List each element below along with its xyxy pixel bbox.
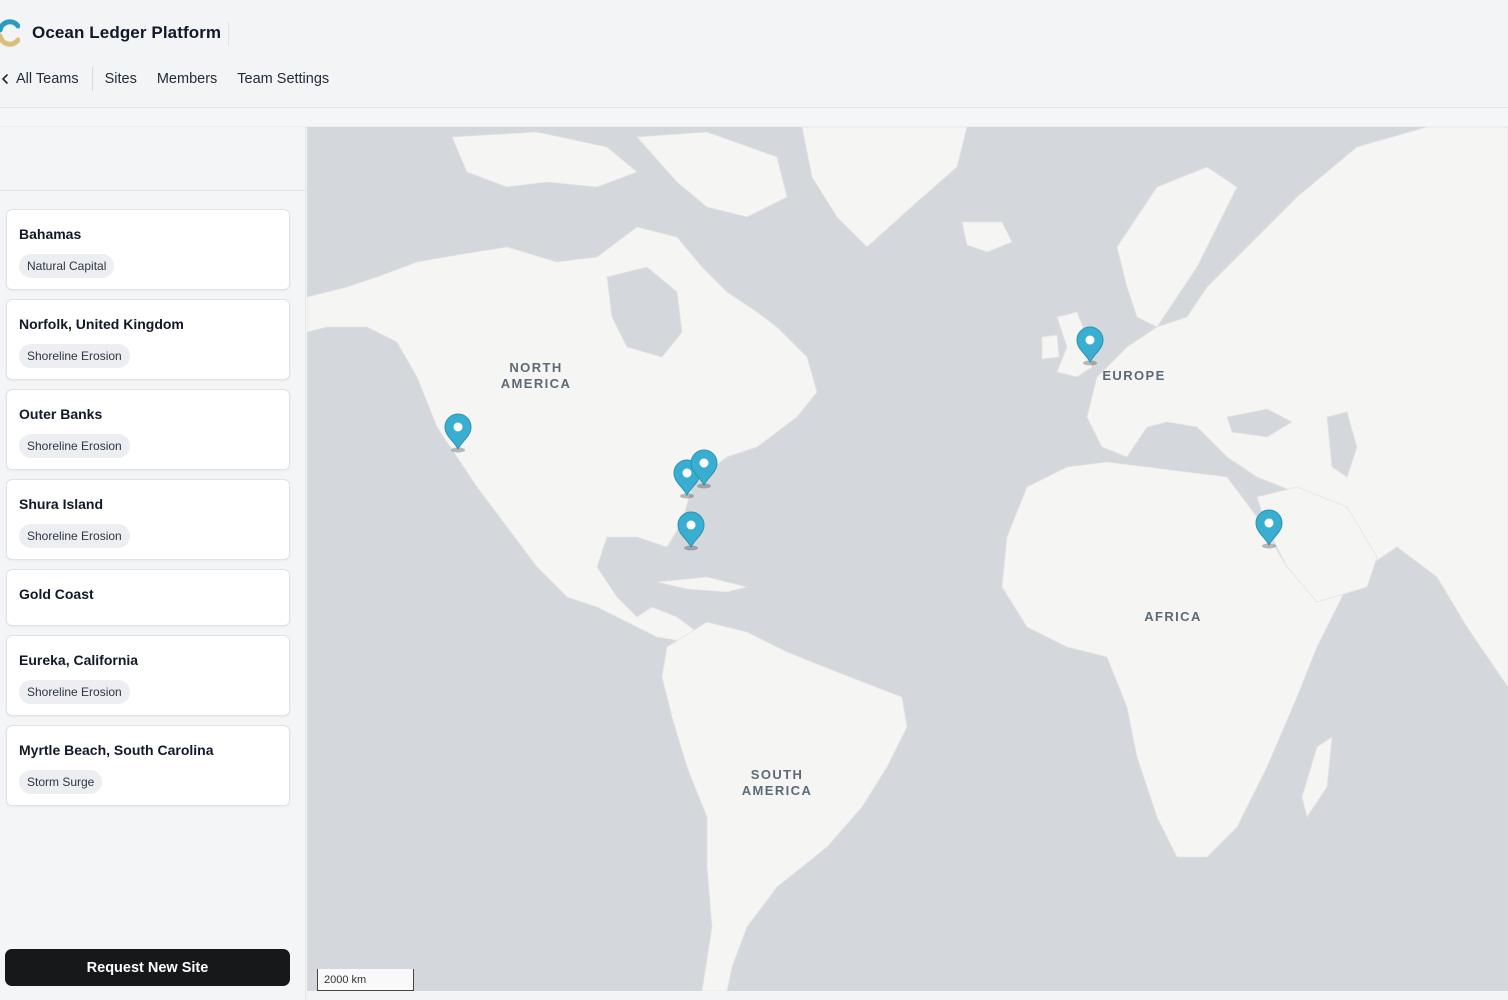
site-name: Myrtle Beach, South Carolina <box>19 742 214 758</box>
site-card-shura-island[interactable]: Shura Island Shoreline Erosion <box>6 479 290 560</box>
nav-divider <box>91 67 93 91</box>
site-name: Norfolk, United Kingdom <box>19 316 184 332</box>
site-card-gold-coast[interactable]: Gold Coast <box>6 569 290 626</box>
site-card-bahamas[interactable]: Bahamas Natural Capital <box>6 209 290 290</box>
team-nav: All Teams Sites Members Team Settings <box>0 66 349 92</box>
world-map[interactable]: NORTH AMERICA EUROPE AFRICA SOUTH AMERIC… <box>307 127 1508 991</box>
site-name: Eureka, California <box>19 652 139 668</box>
label-north-america-line1: NORTH <box>509 360 562 375</box>
request-new-site-button[interactable]: Request New Site <box>5 949 290 986</box>
chevron-left-icon <box>1 74 8 84</box>
header-strip <box>0 109 1508 127</box>
label-europe: EUROPE <box>1102 368 1165 383</box>
all-teams-label: All Teams <box>16 71 79 87</box>
tab-members[interactable]: Members <box>157 71 217 87</box>
brand[interactable]: Ocean Ledger Platform <box>0 18 221 48</box>
site-card-outer-banks[interactable]: Outer Banks Shoreline Erosion <box>6 389 290 470</box>
site-tag: Shoreline Erosion <box>19 680 130 704</box>
ireland <box>1041 334 1060 360</box>
sites-map[interactable]: NORTH AMERICA EUROPE AFRICA SOUTH AMERIC… <box>307 127 1508 991</box>
tab-sites[interactable]: Sites <box>105 71 137 87</box>
site-tag: Shoreline Erosion <box>19 524 130 548</box>
label-north-america-line2: AMERICA <box>501 376 571 391</box>
app-title: Ocean Ledger Platform <box>32 23 222 42</box>
site-tag: Natural Capital <box>19 254 115 278</box>
map-scale-bar: 2000 km <box>317 969 414 991</box>
label-africa: AFRICA <box>1144 609 1202 624</box>
site-tag: Shoreline Erosion <box>19 344 130 368</box>
site-name: Gold Coast <box>19 586 94 602</box>
sidebar-toolbar <box>0 127 305 191</box>
site-tag: Storm Surge <box>19 770 103 794</box>
header-divider <box>228 22 229 46</box>
sites-sidebar: Bahamas Natural Capital Norfolk, United … <box>0 127 306 1000</box>
site-name: Outer Banks <box>19 406 103 422</box>
all-teams-link[interactable]: All Teams <box>0 71 79 87</box>
ocean-ledger-logo-icon <box>0 19 20 47</box>
site-name: Shura Island <box>19 496 104 512</box>
bottom-strip <box>307 991 1508 1000</box>
label-south-america-line2: AMERICA <box>742 783 812 798</box>
label-south-america-line1: SOUTH <box>751 767 804 782</box>
site-card-eureka[interactable]: Eureka, California Shoreline Erosion <box>6 635 290 716</box>
site-name: Bahamas <box>19 226 82 242</box>
site-card-myrtle-beach[interactable]: Myrtle Beach, South Carolina Storm Surge <box>6 725 290 806</box>
top-header: Ocean Ledger Platform All Teams Sites Me… <box>0 0 1508 108</box>
site-card-norfolk[interactable]: Norfolk, United Kingdom Shoreline Erosio… <box>6 299 290 380</box>
tab-team-settings[interactable]: Team Settings <box>237 71 329 87</box>
site-tag: Shoreline Erosion <box>19 434 130 458</box>
